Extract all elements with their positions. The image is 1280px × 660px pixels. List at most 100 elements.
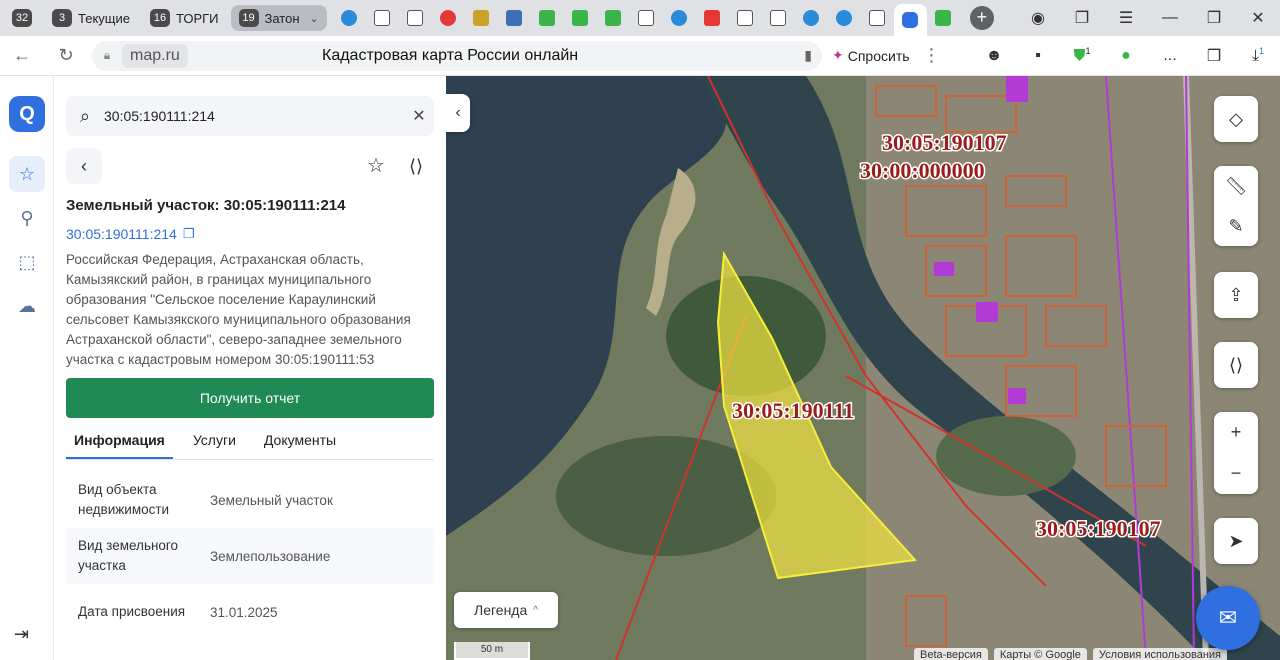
chevron-up-icon: ^ [533,604,538,616]
browser-tab[interactable] [531,0,564,36]
get-report-button[interactable]: Получить отчет [66,378,434,418]
browser-tab[interactable] [861,0,894,36]
browser-tab[interactable] [498,0,531,36]
download-icon[interactable]: ⤓1 [1236,46,1280,65]
document-icon [737,10,754,26]
cad-number-link[interactable]: 30:05:190111:214 ❐ [66,226,194,242]
route-icon[interactable]: ⚲ [9,200,45,236]
favorite-star-icon[interactable]: ☆ [358,148,394,184]
collections-icon[interactable]: ❐ [1060,8,1104,28]
reload-icon[interactable]: ↻ [44,45,88,66]
tab-group-torgi[interactable]: 16 ТОРГИ [142,5,227,31]
browser-tab[interactable] [663,0,696,36]
collapse-panel-button[interactable]: ‹ [446,94,470,132]
tab-group-label: Текущие [78,10,130,26]
browser-tab[interactable] [597,0,630,36]
layers-icon: ◇ [1229,108,1243,129]
browser-tab[interactable] [927,0,960,36]
quarter-label: 30:05:190107 [882,130,1007,155]
legend-label: Легенда [474,602,528,618]
tab-group-current[interactable]: 3 Текущие [44,5,138,31]
bookmark-icon[interactable]: ▮ [804,47,812,64]
mail-button[interactable]: ✉ [1196,586,1260,650]
property-value: Земельный участок [210,492,333,508]
layers-button[interactable]: ◇ [1214,96,1258,142]
upload-button[interactable]: ⇪ [1214,272,1258,318]
browser-tab-active[interactable] [893,4,927,36]
tab-group-count: 16 [149,9,170,27]
zoom-out-icon[interactable]: − [1231,463,1242,484]
extension-icon[interactable]: ☻ [972,47,1016,65]
close-icon[interactable]: ✕ [1236,8,1280,28]
map-view[interactable]: 30:05:190107 30:00:000000 30:05:190111 3… [446,76,1280,660]
browser-tab[interactable] [465,0,498,36]
share-icon[interactable]: ⟨⟩ [398,148,434,184]
new-tab-button[interactable]: + [969,6,994,30]
browser-tab[interactable] [696,0,729,36]
property-key: Дата присвоения [78,604,186,619]
profile-avatar-icon[interactable]: ◉ [1016,8,1060,28]
browser-tab[interactable] [366,0,399,36]
kebab-menu-icon[interactable]: ⋮ [910,45,954,66]
cloud-icon[interactable]: ☁ [9,288,45,324]
browser-tab[interactable] [795,0,828,36]
pin-icon [440,10,457,26]
ask-button[interactable]: ✦ Спросить [832,47,910,64]
browser-tab[interactable] [762,0,795,36]
url-field[interactable]: 🔒︎ map.ru Кадастровая карта России онлай… [92,40,822,71]
evernote-icon[interactable]: ● [1104,47,1148,65]
browser-tab[interactable] [828,0,861,36]
favorites-star-icon[interactable]: ☆ [9,156,45,192]
shield-icon [572,10,589,26]
back-button[interactable]: ‹ [66,148,102,184]
tab-documents[interactable]: Документы [256,422,344,459]
menu-icon[interactable]: ☰ [1104,8,1148,28]
copy-icon[interactable]: ❐ [183,226,195,242]
quarter-label: 30:05:190111 [732,398,854,423]
beta-label: Beta-версия [914,648,988,660]
quarter-label: 30:05:190107 [1036,516,1161,541]
globe-icon [671,10,688,26]
clear-icon[interactable]: ✕ [404,106,434,126]
zoom-controls: + − [1214,412,1258,494]
property-row: Вид земельного участка Землепользование [66,528,434,584]
search-box[interactable]: ⌕ 30:05:190111:214 ✕ [66,96,434,136]
tab-group-label: Затон [264,10,300,26]
chevron-down-icon: ⌄ [309,12,319,25]
browser-tab[interactable] [333,0,366,36]
logo-icon[interactable]: Q [9,96,45,132]
tab-services[interactable]: Услуги [185,422,244,459]
tools-group: 📏︎ ✎ [1214,166,1258,246]
shield-icon [605,10,622,26]
tab-group-zaton[interactable]: 19 Затон ⌄ [230,5,327,31]
browser-tab[interactable] [564,0,597,36]
area-select-icon[interactable]: ⬚ [9,244,45,280]
ruler-icon[interactable]: 📏︎ [1225,176,1248,197]
browser-tab[interactable] [432,0,465,36]
more-extensions[interactable]: ... [1148,47,1192,65]
tab-information[interactable]: Информация [66,422,173,459]
login-icon[interactable]: ⇥ [14,624,29,645]
locate-button[interactable]: ➤ [1214,518,1258,564]
search-input[interactable]: 30:05:190111:214 [104,108,404,124]
edit-icon[interactable]: ✎ [1228,216,1243,237]
extension-shield-icon[interactable]: ⛊1 [1060,46,1104,65]
minimize-icon[interactable]: — [1148,9,1192,27]
address-bar: ← ↻ 🔒︎ map.ru Кадастровая карта России о… [0,36,1280,76]
extensions-icon[interactable]: ❒ [1192,46,1236,66]
zoom-in-icon[interactable]: + [1231,422,1242,443]
browser-tab[interactable] [399,0,432,36]
page-title: Кадастровая карта России онлайн [322,46,579,64]
cad-number[interactable]: 30:05:190111:214 [66,226,177,242]
extension-icon[interactable]: ▪ [1016,47,1060,65]
legend-button[interactable]: Легенда ^ [454,592,558,628]
back-arrow-icon[interactable]: ← [0,45,44,66]
tab-group-all[interactable]: 32 [4,5,40,31]
map-share-button[interactable]: ⟨⟩ [1214,342,1258,388]
lock-icon: 🔒︎ [103,48,111,62]
terms-link[interactable]: Условия использования [1092,648,1227,660]
browser-tab[interactable] [729,0,762,36]
restore-icon[interactable]: ❐ [1192,8,1236,28]
browser-tab[interactable] [630,0,663,36]
object-address: Российская Федерация, Астраханская облас… [66,252,411,367]
